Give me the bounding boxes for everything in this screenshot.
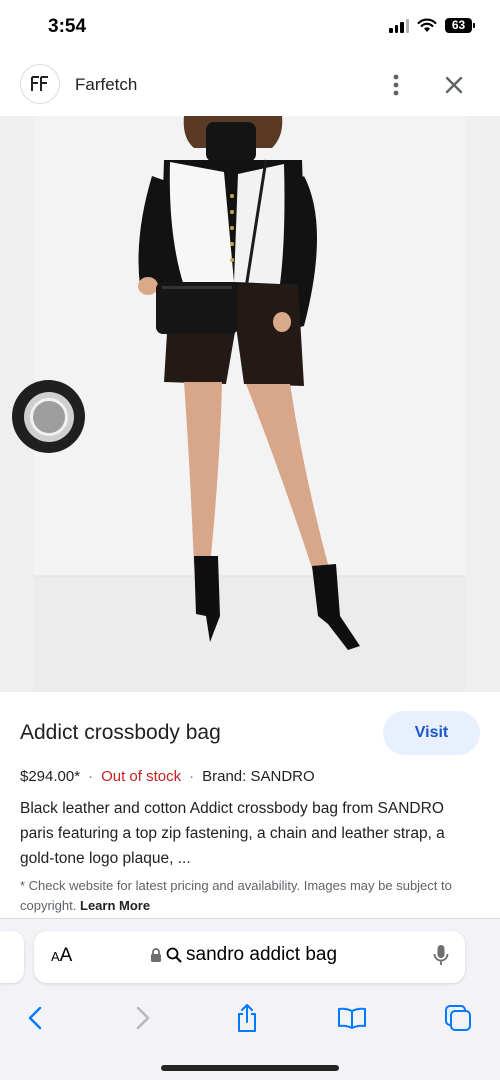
more-vertical-icon[interactable]	[382, 70, 410, 100]
home-indicator[interactable]	[161, 1065, 339, 1071]
battery-icon: 63	[445, 18, 475, 33]
mic-icon[interactable]	[433, 944, 449, 973]
bookmarks-icon[interactable]	[334, 1001, 370, 1035]
tabs-icon[interactable]	[440, 1001, 476, 1035]
learn-more-link[interactable]: Learn More	[80, 898, 150, 913]
address-bar[interactable]: AA sandro addict bag	[34, 931, 465, 983]
product-title[interactable]: Addict crossbody bag	[20, 721, 221, 745]
back-icon[interactable]	[17, 1001, 53, 1035]
reader-aa-button[interactable]: AA	[51, 945, 72, 967]
close-icon[interactable]	[440, 70, 468, 100]
lens-header: Farfetch	[0, 56, 500, 116]
search-icon	[166, 947, 182, 963]
status-bar: 3:54 63	[0, 0, 500, 56]
product-brand: Brand: SANDRO	[202, 768, 315, 785]
meta-separator: ·	[189, 768, 195, 785]
lens-shutter-icon[interactable]	[12, 380, 85, 453]
meta-separator: ·	[88, 768, 94, 785]
lock-icon	[151, 947, 161, 962]
disclaimer: * Check website for latest pricing and a…	[20, 876, 460, 916]
farfetch-logo-icon[interactable]	[20, 64, 60, 104]
status-icons: 63	[389, 18, 475, 33]
lens-image-area	[0, 116, 500, 692]
product-photo[interactable]	[34, 116, 466, 692]
visit-button[interactable]: Visit	[383, 711, 480, 755]
browser-toolbar: AA sandro addict bag	[0, 918, 500, 1080]
forward-icon[interactable]	[125, 1001, 161, 1035]
product-result: Addict crossbody bag Visit $294.00* · Ou…	[0, 692, 500, 920]
product-meta: $294.00* · Out of stock · Brand: SANDRO	[20, 768, 315, 785]
share-icon[interactable]	[229, 1001, 265, 1035]
browser-nav	[0, 995, 500, 1039]
url-display[interactable]: sandro addict bag	[150, 944, 337, 966]
url-text[interactable]: sandro addict bag	[186, 944, 337, 966]
site-name[interactable]: Farfetch	[75, 75, 137, 95]
stock-status: Out of stock	[101, 768, 182, 785]
product-description: Black leather and cotton Addict crossbod…	[20, 800, 445, 867]
signal-icon	[389, 18, 409, 33]
status-time: 3:54	[48, 16, 87, 37]
wifi-icon	[417, 18, 437, 32]
product-price: $294.00*	[20, 768, 81, 785]
previous-tab-preview[interactable]	[0, 931, 24, 983]
